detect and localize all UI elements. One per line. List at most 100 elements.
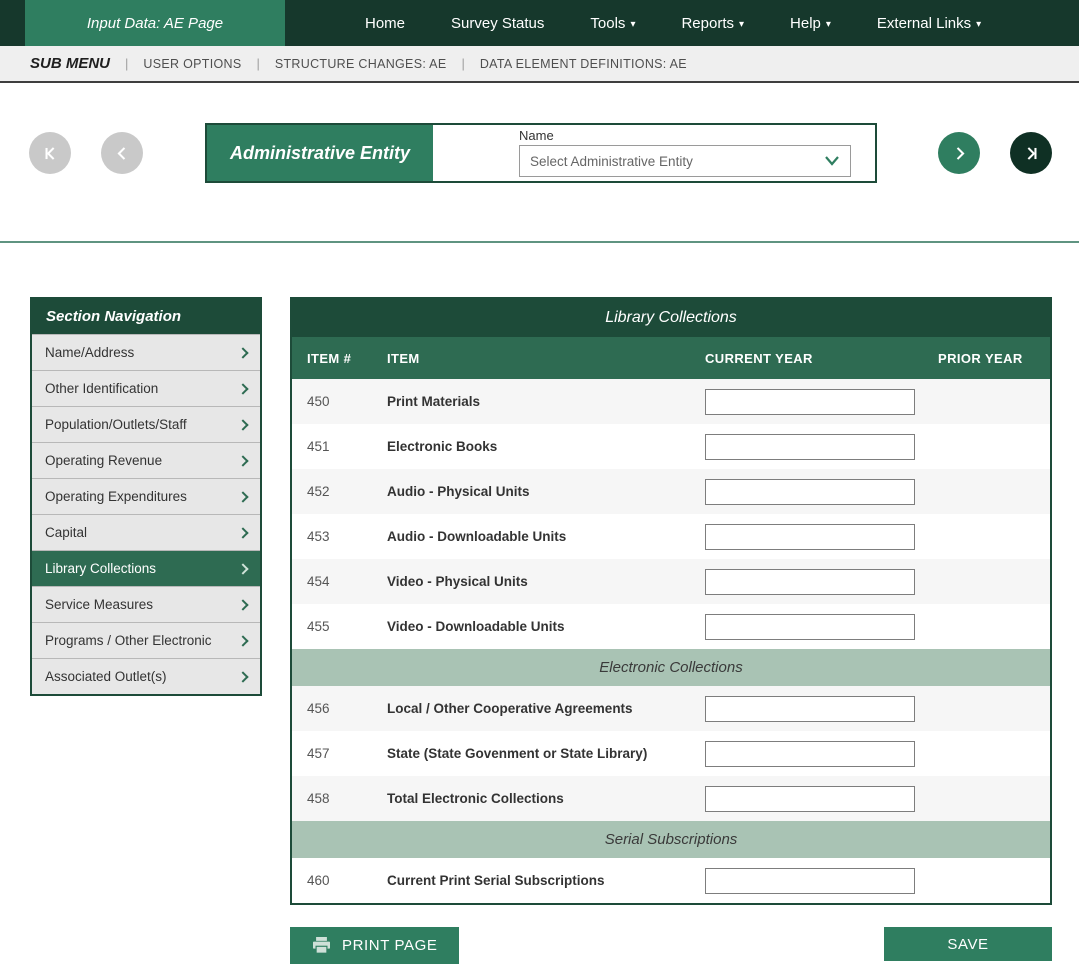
- selected-entity-value: Select Administrative Entity: [530, 154, 693, 169]
- sidebar-item-capital[interactable]: Capital: [32, 514, 260, 550]
- main-content: Section Navigation Name/Address Other Ide…: [0, 243, 1079, 964]
- top-navbar: Input Data: AE Page Home Survey Status Too…: [0, 0, 1079, 46]
- sidebar-item-operating-expenditures[interactable]: Operating Expenditures: [32, 478, 260, 514]
- table-row-458: 458Total Electronic Collections: [292, 776, 1050, 821]
- sidebar-item-label: Associated Outlet(s): [45, 669, 167, 684]
- table-section-header-serial-subscriptions: Serial Subscriptions: [292, 821, 1050, 858]
- item-name: Audio - Physical Units: [387, 484, 705, 499]
- first-record-button[interactable]: [29, 132, 71, 174]
- save-button[interactable]: SAVE: [884, 927, 1052, 961]
- chevron-right-icon: [237, 671, 248, 682]
- item-number: 456: [292, 701, 387, 716]
- previous-record-icon: [113, 144, 132, 163]
- sidebar-item-label: Programs / Other Electronic: [45, 633, 212, 648]
- nav-item-home[interactable]: Home: [365, 15, 405, 32]
- current-year-input-452[interactable]: [705, 479, 915, 505]
- current-year-cell: [705, 868, 938, 894]
- chevron-right-icon: [237, 527, 248, 538]
- section-navigation-title: Section Navigation: [32, 299, 260, 334]
- library-collections-table: Library Collections ITEM # ITEM CURRENT …: [290, 297, 1052, 905]
- submenu-item-user-options[interactable]: USER OPTIONS: [143, 57, 241, 71]
- item-name: Video - Downloadable Units: [387, 619, 705, 634]
- sidebar-item-programs-other-electronic[interactable]: Programs / Other Electronic: [32, 622, 260, 658]
- nav-tab-input-data-ae-page[interactable]: Input Data: AE Page: [25, 0, 285, 46]
- select-chevron-down-icon: [824, 155, 840, 167]
- submenu-title: SUB MENU: [30, 55, 110, 72]
- last-record-button[interactable]: [1010, 132, 1052, 174]
- item-number: 455: [292, 619, 387, 634]
- last-record-icon: [1022, 144, 1041, 163]
- current-year-input-450[interactable]: [705, 389, 915, 415]
- submenu-item-data-element-definitions-ae[interactable]: DATA ELEMENT DEFINITIONS: AE: [480, 57, 687, 71]
- content-column: Library Collections ITEM # ITEM CURRENT …: [290, 297, 1052, 964]
- item-number: 454: [292, 574, 387, 589]
- nav-item-tools[interactable]: Tools▾: [590, 15, 635, 32]
- nav-item-external-links[interactable]: External Links▾: [877, 15, 981, 32]
- sidebar-item-library-collections[interactable]: Library Collections: [32, 550, 260, 586]
- current-year-input-454[interactable]: [705, 569, 915, 595]
- chevron-right-icon: [237, 491, 248, 502]
- item-name: Audio - Downloadable Units: [387, 529, 705, 544]
- current-year-input-456[interactable]: [705, 696, 915, 722]
- first-record-icon: [41, 144, 60, 163]
- table-title: Library Collections: [292, 299, 1050, 337]
- sidebar-item-other-identification[interactable]: Other Identification: [32, 370, 260, 406]
- nav-item-survey-status[interactable]: Survey Status: [451, 15, 544, 32]
- next-record-icon: [950, 144, 969, 163]
- main-menu: Home Survey Status Tools▾ Reports▾ Help▾ Exte…: [365, 0, 981, 46]
- entity-box-title: Administrative Entity: [207, 125, 433, 181]
- sidebar-item-label: Other Identification: [45, 381, 158, 396]
- submenu-item-structure-changes-ae[interactable]: STRUCTURE CHANGES: AE: [275, 57, 447, 71]
- sidebar-item-label: Library Collections: [45, 561, 156, 576]
- dropdown-caret-icon: ▾: [976, 19, 981, 30]
- footer-actions: PRINT PAGE SAVE: [290, 927, 1052, 964]
- current-year-input-457[interactable]: [705, 741, 915, 767]
- current-year-input-458[interactable]: [705, 786, 915, 812]
- sidebar-item-associated-outlet-s[interactable]: Associated Outlet(s): [32, 658, 260, 694]
- entity-form: Name Select Administrative Entity: [433, 125, 875, 181]
- item-name: Print Materials: [387, 394, 705, 409]
- table-row-450: 450Print Materials: [292, 379, 1050, 424]
- item-number: 451: [292, 439, 387, 454]
- sidebar-item-label: Operating Expenditures: [45, 489, 187, 504]
- item-name: Video - Physical Units: [387, 574, 705, 589]
- column-item: ITEM: [387, 351, 705, 366]
- print-page-label: PRINT PAGE: [342, 937, 437, 954]
- table-section-header-electronic-collections: Electronic Collections: [292, 649, 1050, 686]
- sidebar-item-label: Population/Outlets/Staff: [45, 417, 187, 432]
- sidebar-item-operating-revenue[interactable]: Operating Revenue: [32, 442, 260, 478]
- previous-record-button[interactable]: [101, 132, 143, 174]
- table-row-460: 460Current Print Serial Subscriptions: [292, 858, 1050, 903]
- table-row-454: 454Video - Physical Units: [292, 559, 1050, 604]
- next-record-button[interactable]: [938, 132, 980, 174]
- current-year-cell: [705, 614, 938, 640]
- administrative-entity-select[interactable]: Select Administrative Entity: [519, 145, 851, 177]
- table-row-455: 455Video - Downloadable Units: [292, 604, 1050, 649]
- section-navigation: Section Navigation Name/Address Other Ide…: [30, 297, 262, 696]
- current-year-input-455[interactable]: [705, 614, 915, 640]
- nav-item-reports[interactable]: Reports▾: [681, 15, 744, 32]
- item-number: 450: [292, 394, 387, 409]
- chevron-right-icon: [237, 347, 248, 358]
- current-year-input-451[interactable]: [705, 434, 915, 460]
- dropdown-caret-icon: ▾: [826, 19, 831, 30]
- current-year-input-460[interactable]: [705, 868, 915, 894]
- item-name: Electronic Books: [387, 439, 705, 454]
- table-row-453: 453Audio - Downloadable Units: [292, 514, 1050, 559]
- print-page-button[interactable]: PRINT PAGE: [290, 927, 459, 964]
- sidebar-item-name-address[interactable]: Name/Address: [32, 334, 260, 370]
- table-row-457: 457State (State Govenment or State Libra…: [292, 731, 1050, 776]
- item-number: 460: [292, 873, 387, 888]
- column-prior-year: PRIOR YEAR: [938, 351, 1050, 366]
- record-pager: Administrative Entity Name Select Admini…: [0, 83, 1079, 241]
- table-row-456: 456Local / Other Cooperative Agreements: [292, 686, 1050, 731]
- item-name: Current Print Serial Subscriptions: [387, 873, 705, 888]
- sidebar-item-service-measures[interactable]: Service Measures: [32, 586, 260, 622]
- entity-name-label: Name: [519, 128, 875, 143]
- sidebar-item-label: Operating Revenue: [45, 453, 162, 468]
- sidebar-item-population-outlets-staff[interactable]: Population/Outlets/Staff: [32, 406, 260, 442]
- item-name: Total Electronic Collections: [387, 791, 705, 806]
- item-name: Local / Other Cooperative Agreements: [387, 701, 705, 716]
- nav-item-help[interactable]: Help▾: [790, 15, 831, 32]
- current-year-input-453[interactable]: [705, 524, 915, 550]
